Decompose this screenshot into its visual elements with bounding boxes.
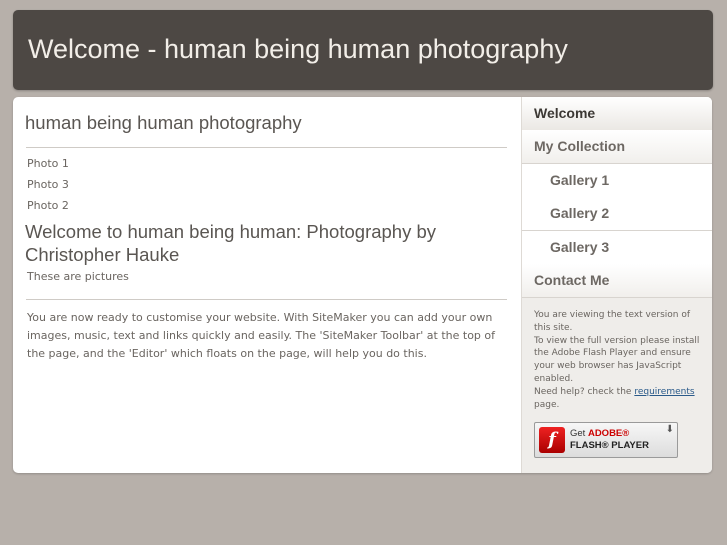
photo-link[interactable]: Photo 3 — [27, 178, 69, 191]
nav-item-welcome[interactable]: Welcome — [522, 97, 712, 131]
main-content: human being human photography Photo 1 Ph… — [13, 97, 521, 473]
help-suffix: page. — [534, 399, 560, 410]
photo-link[interactable]: Photo 1 — [27, 157, 69, 170]
sidebar: Welcome My Collection Gallery 1 Gallery … — [521, 97, 712, 473]
page-title: Welcome - human being human photography — [28, 34, 568, 64]
divider — [26, 299, 507, 300]
site-title: human being human photography — [25, 112, 302, 133]
flash-notice: You are viewing the text version of this… — [534, 309, 702, 411]
nav-item-gallery-1[interactable]: Gallery 1 — [522, 164, 712, 198]
flash-notice-line: To view the full version please install … — [534, 335, 700, 384]
get-flash-player-button[interactable]: f Get ADOBE® FLASH® PLAYER ⬇ — [534, 422, 678, 458]
help-prefix: Need help? check the — [534, 386, 635, 397]
badge-adobe: ADOBE® — [587, 428, 630, 439]
nav-item-gallery-2[interactable]: Gallery 2 — [522, 197, 712, 231]
welcome-heading: Welcome to human being human: Photograph… — [25, 221, 437, 265]
flash-logo-icon: f — [539, 427, 565, 453]
badge-get-text: Get ADOBE® — [570, 428, 629, 439]
subtitle: These are pictures — [27, 270, 129, 283]
body-text: You are now ready to customise your webs… — [27, 311, 495, 360]
divider — [26, 147, 507, 148]
badge-get: Get — [570, 428, 588, 439]
download-arrow-icon: ⬇ — [665, 424, 674, 435]
photo-link[interactable]: Photo 2 — [27, 199, 69, 212]
nav-item-my-collection[interactable]: My Collection — [522, 130, 712, 164]
nav-item-gallery-3[interactable]: Gallery 3 — [522, 231, 712, 265]
nav-item-contact-me[interactable]: Contact Me — [522, 264, 712, 298]
site-header: Welcome - human being human photography — [13, 10, 713, 90]
badge-flash-player: FLASH® PLAYER — [570, 440, 649, 451]
content-panel: human being human photography Photo 1 Ph… — [13, 97, 712, 473]
flash-notice-line: You are viewing the text version of this… — [534, 310, 691, 333]
requirements-link[interactable]: requirements — [634, 387, 694, 397]
